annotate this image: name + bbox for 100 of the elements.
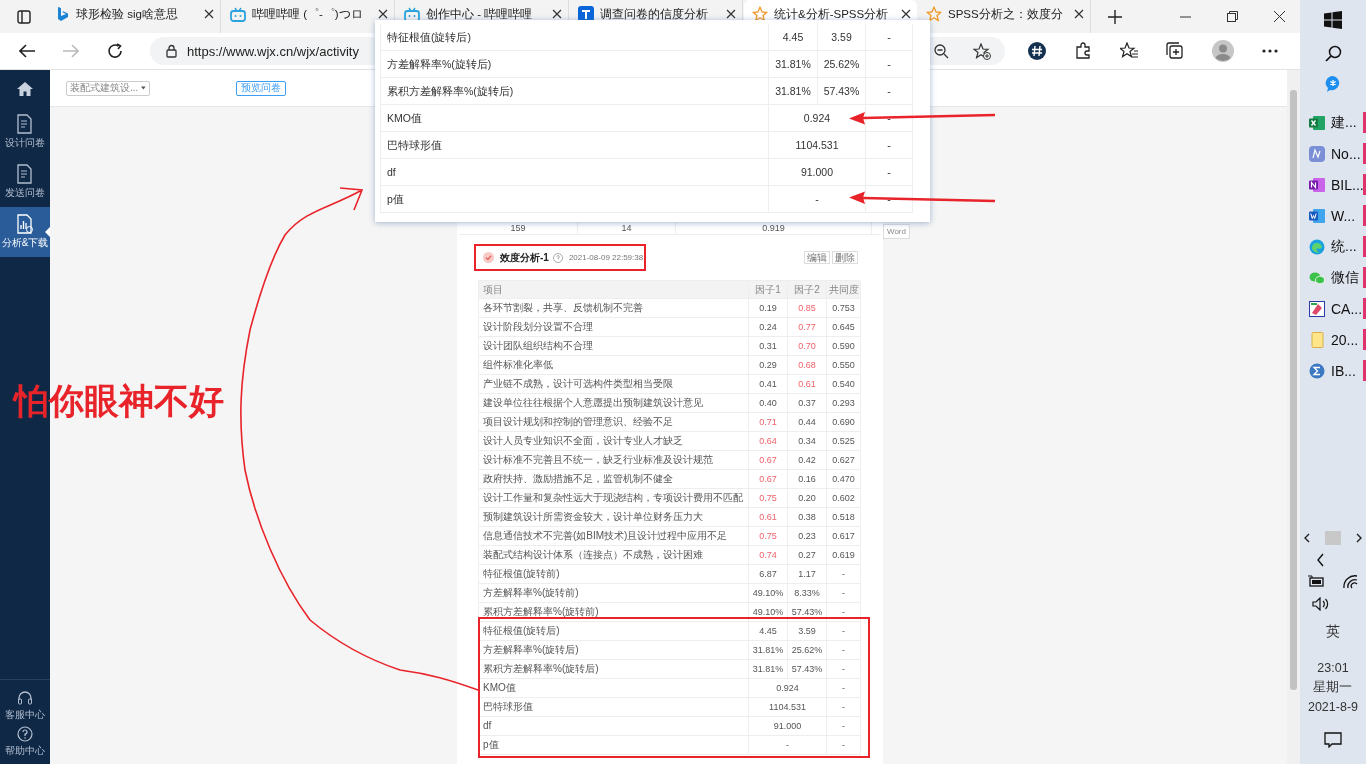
- zoom-out-icon[interactable]: [934, 43, 949, 59]
- sidebar-item[interactable]: 发送问卷: [0, 157, 50, 207]
- table-cell: -: [827, 603, 861, 622]
- home-icon: [17, 81, 33, 96]
- windows-logo-icon[interactable]: [1324, 11, 1342, 29]
- table-cell: 特征根值(旋转后): [479, 622, 749, 641]
- clock-weekday[interactable]: 星期一: [1313, 679, 1353, 696]
- collections-icon[interactable]: [1166, 42, 1184, 60]
- taskbar-app[interactable]: IB...: [1300, 355, 1366, 386]
- table-cell: 方差解释率%(旋转前): [479, 584, 749, 603]
- table-cell: 0.61: [788, 375, 827, 394]
- search-icon[interactable]: [1324, 45, 1342, 62]
- b-logo-icon: [56, 6, 70, 22]
- caret-icon: [141, 86, 146, 90]
- close-icon[interactable]: [901, 9, 911, 19]
- delete-button[interactable]: 删除: [832, 251, 858, 264]
- add-favorite-icon[interactable]: [973, 42, 991, 60]
- table-cell: -: [827, 679, 861, 698]
- table-cell: 设计工作量和复杂性远大于现浇结构，专项设计费用不匹配: [479, 489, 749, 508]
- column-header: 因子2: [788, 281, 827, 299]
- wifi-icon[interactable]: [1342, 575, 1358, 589]
- taskbar-app[interactable]: W...: [1300, 200, 1366, 231]
- table-cell: -: [827, 736, 861, 755]
- close-icon[interactable]: [1274, 11, 1285, 22]
- column-header: 项目: [479, 281, 749, 299]
- table-cell: 设计团队组织结构不合理: [479, 337, 749, 356]
- table-cell: -: [827, 622, 861, 641]
- table-cell: 0.19: [749, 299, 788, 318]
- taskbar-app[interactable]: CA...: [1300, 293, 1366, 324]
- battery-icon[interactable]: [1308, 575, 1324, 587]
- scrollbar[interactable]: [1287, 70, 1300, 764]
- table-cell: 设计人员专业知识不全面，设计专业人才缺乏: [479, 432, 749, 451]
- taskbar-app[interactable]: 建...: [1300, 107, 1366, 138]
- edit-button[interactable]: 编辑: [804, 251, 830, 264]
- table-cell: 方差解释率%(旋转后): [479, 641, 749, 660]
- input-method-indicator[interactable]: 英: [1326, 623, 1340, 641]
- table-cell: 0.23: [788, 527, 827, 546]
- table-cell: 0.20: [788, 489, 827, 508]
- browser-app-icon: [1309, 238, 1325, 255]
- table-cell: 0.41: [749, 375, 788, 394]
- taskbar-app[interactable]: 微信: [1300, 262, 1366, 293]
- new-tab-icon[interactable]: [1108, 9, 1122, 24]
- scroll-thumb[interactable]: [1325, 531, 1341, 545]
- scroll-left-icon[interactable]: [1303, 533, 1311, 543]
- table-cell: 25.62%: [788, 641, 827, 660]
- word-export-button[interactable]: Word: [883, 224, 910, 239]
- back-icon[interactable]: [19, 44, 35, 58]
- tab-actions-icon[interactable]: [17, 9, 31, 24]
- close-icon[interactable]: [1074, 9, 1084, 19]
- extensions-icon[interactable]: [1074, 42, 1092, 60]
- table-cell: -: [866, 24, 913, 51]
- table-cell: df: [479, 717, 749, 736]
- table-cell: 0.753: [827, 299, 861, 318]
- sidebar-item[interactable]: 分析&下载: [0, 207, 50, 257]
- table-cell: 0.16: [788, 470, 827, 489]
- more-icon[interactable]: [1262, 49, 1278, 53]
- table-cell: 政府扶持、激励措施不足，监管机制不健全: [479, 470, 749, 489]
- table-cell: 特征根值(旋转前): [479, 565, 749, 584]
- table-cell: 0.525: [827, 432, 861, 451]
- notifications-icon[interactable]: [1324, 732, 1342, 748]
- taskbar-app[interactable]: BIL...: [1300, 169, 1366, 200]
- table-cell: 8.33%: [788, 584, 827, 603]
- close-icon[interactable]: [726, 9, 736, 19]
- table-cell: 0.27: [788, 546, 827, 565]
- favorites-icon[interactable]: [1120, 42, 1138, 60]
- note-app-icon: [1309, 145, 1325, 162]
- chat-bubble-icon[interactable]: [1324, 75, 1342, 93]
- avatar-icon[interactable]: [1212, 40, 1234, 62]
- sidebar-item[interactable]: 客服中心: [0, 688, 50, 724]
- refresh-icon[interactable]: [107, 43, 123, 59]
- taskbar-app[interactable]: 20...: [1300, 324, 1366, 355]
- close-icon[interactable]: [378, 9, 388, 19]
- table-cell: 91.000: [769, 159, 866, 186]
- table-cell: 0.75: [749, 489, 788, 508]
- taskbar-app[interactable]: No...: [1300, 138, 1366, 169]
- table-cell: 6.87: [749, 565, 788, 584]
- clock-date[interactable]: 2021-8-9: [1307, 700, 1358, 714]
- taskbar-app[interactable]: 统...: [1300, 231, 1366, 262]
- table-cell: 0.617: [827, 527, 861, 546]
- browser-tab[interactable]: 球形检验 sig啥意思: [48, 0, 221, 33]
- table-cell: 0.293: [827, 394, 861, 413]
- clock-time[interactable]: 23:01: [1317, 661, 1349, 675]
- document-icon: [15, 164, 35, 184]
- restore-icon[interactable]: [1227, 11, 1238, 22]
- hash-extension-icon[interactable]: [1028, 42, 1046, 60]
- close-icon[interactable]: [552, 9, 562, 19]
- document-app-icon: [1309, 207, 1325, 224]
- survey-select[interactable]: 装配式建筑设...: [66, 80, 150, 96]
- close-icon[interactable]: [204, 9, 214, 19]
- scroll-right-icon[interactable]: [1355, 533, 1363, 543]
- sidebar-item[interactable]: 帮助中心: [0, 724, 50, 760]
- volume-icon[interactable]: [1312, 597, 1330, 611]
- table-cell: 0.64: [749, 432, 788, 451]
- timestamp: 2021-08-09 22:59:38: [568, 253, 644, 262]
- table-cell: 0.68: [788, 356, 827, 375]
- table-cell: 特征根值(旋转后): [381, 24, 769, 51]
- show-hidden-icons-icon[interactable]: [1316, 553, 1325, 567]
- star-icon: [752, 6, 768, 22]
- sidebar-item[interactable]: 设计问卷: [0, 107, 50, 157]
- table-cell: 0.71: [749, 413, 788, 432]
